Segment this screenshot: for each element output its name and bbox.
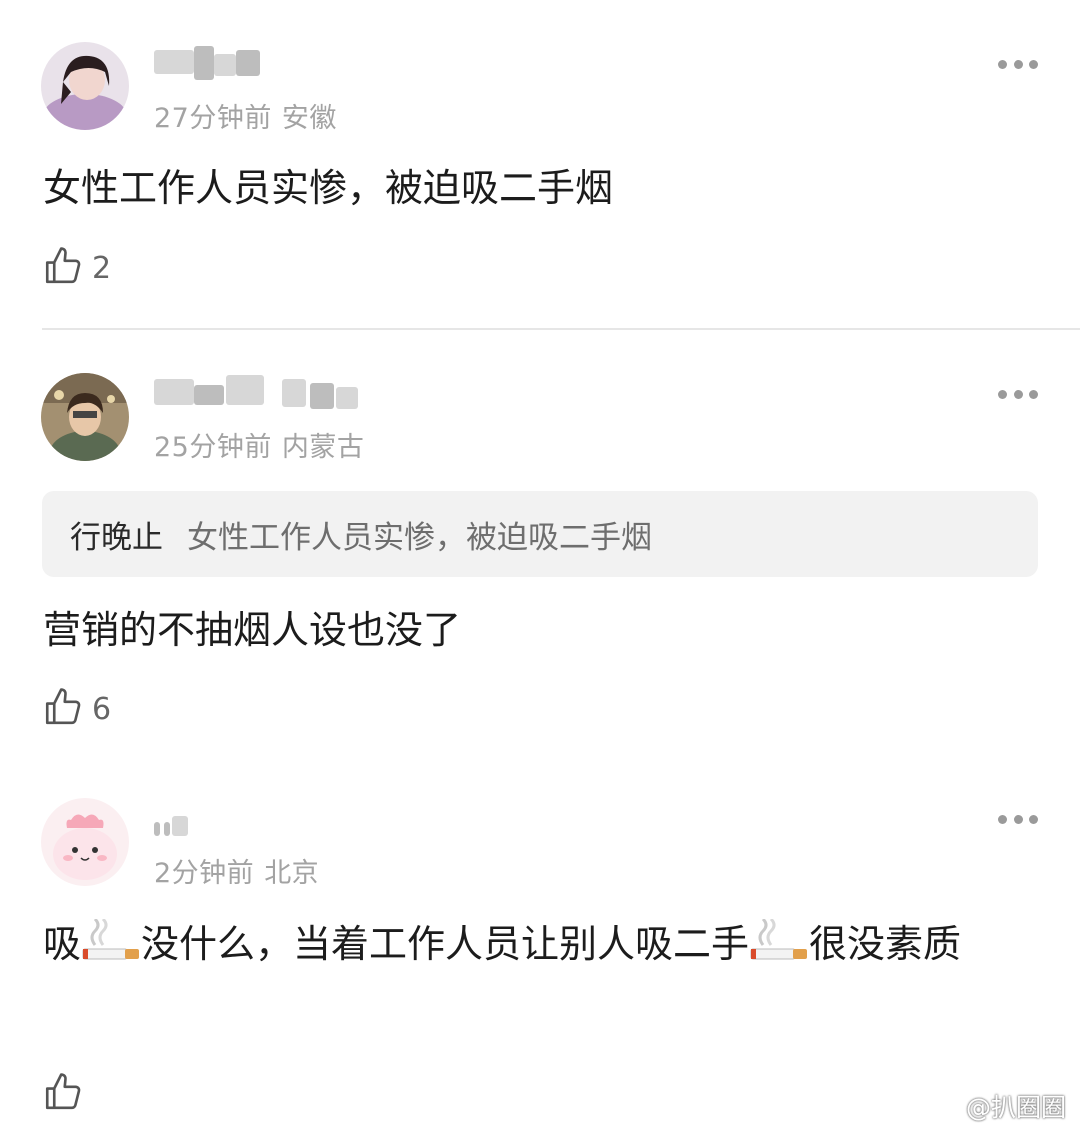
avatar[interactable] <box>41 42 129 130</box>
comment-location: 内蒙古 <box>281 432 365 463</box>
quoted-reply[interactable]: 行晚止 女性工作人员实惨，被迫吸二手烟 <box>42 491 1038 577</box>
cigarette-emoji-icon <box>749 915 809 960</box>
comment-time: 25分钟前 <box>154 432 272 463</box>
like-count: 2 <box>92 250 112 286</box>
comment-text-part: 没什么，当着工作人员让别人吸二手 <box>141 922 750 966</box>
more-dots-icon[interactable] <box>998 58 1038 70</box>
thumbs-up-icon <box>42 245 84 291</box>
comment-meta: 2分钟前 北京 <box>154 851 319 890</box>
comment-time: 27分钟前 <box>154 103 272 134</box>
watermark: @扒圈圈 <box>920 1087 1066 1125</box>
quoted-author[interactable]: 行晚止 <box>70 512 163 557</box>
weibo-logo-icon <box>920 1087 966 1125</box>
username-blurred <box>154 375 364 409</box>
comment-meta: 27分钟前 安徽 <box>154 96 337 135</box>
quoted-text: 女性工作人员实惨，被迫吸二手烟 <box>187 519 652 556</box>
username-blurred <box>154 810 194 844</box>
comment-text-part: 吸 <box>43 922 82 966</box>
comment-meta: 25分钟前 内蒙古 <box>154 425 364 464</box>
comment-text: 营销的不抽烟人设也没了 <box>43 608 462 652</box>
comment-location: 北京 <box>264 858 320 889</box>
more-dots-icon[interactable] <box>998 813 1038 825</box>
cigarette-emoji-icon <box>81 915 141 960</box>
like-button[interactable]: 2 <box>42 245 111 291</box>
avatar[interactable] <box>41 373 129 461</box>
comment-text: 女性工作人员实惨，被迫吸二手烟 <box>43 166 614 210</box>
thumbs-up-icon <box>42 1071 84 1117</box>
divider <box>42 328 1080 330</box>
avatar[interactable] <box>41 798 129 886</box>
username-blurred <box>154 46 264 80</box>
comment-time: 2分钟前 <box>154 858 255 889</box>
comment-text-part: 很没素质 <box>809 922 962 966</box>
thumbs-up-icon <box>42 686 84 732</box>
watermark-text: @扒圈圈 <box>965 1093 1066 1122</box>
like-button[interactable] <box>42 1071 92 1117</box>
like-button[interactable]: 6 <box>42 686 111 732</box>
like-count: 6 <box>92 691 112 727</box>
more-dots-icon[interactable] <box>998 388 1038 400</box>
comment-text: 吸 没什么，当着工作人员让别人吸二手 很没素质 <box>43 909 1008 979</box>
comment-location: 安徽 <box>281 103 337 134</box>
